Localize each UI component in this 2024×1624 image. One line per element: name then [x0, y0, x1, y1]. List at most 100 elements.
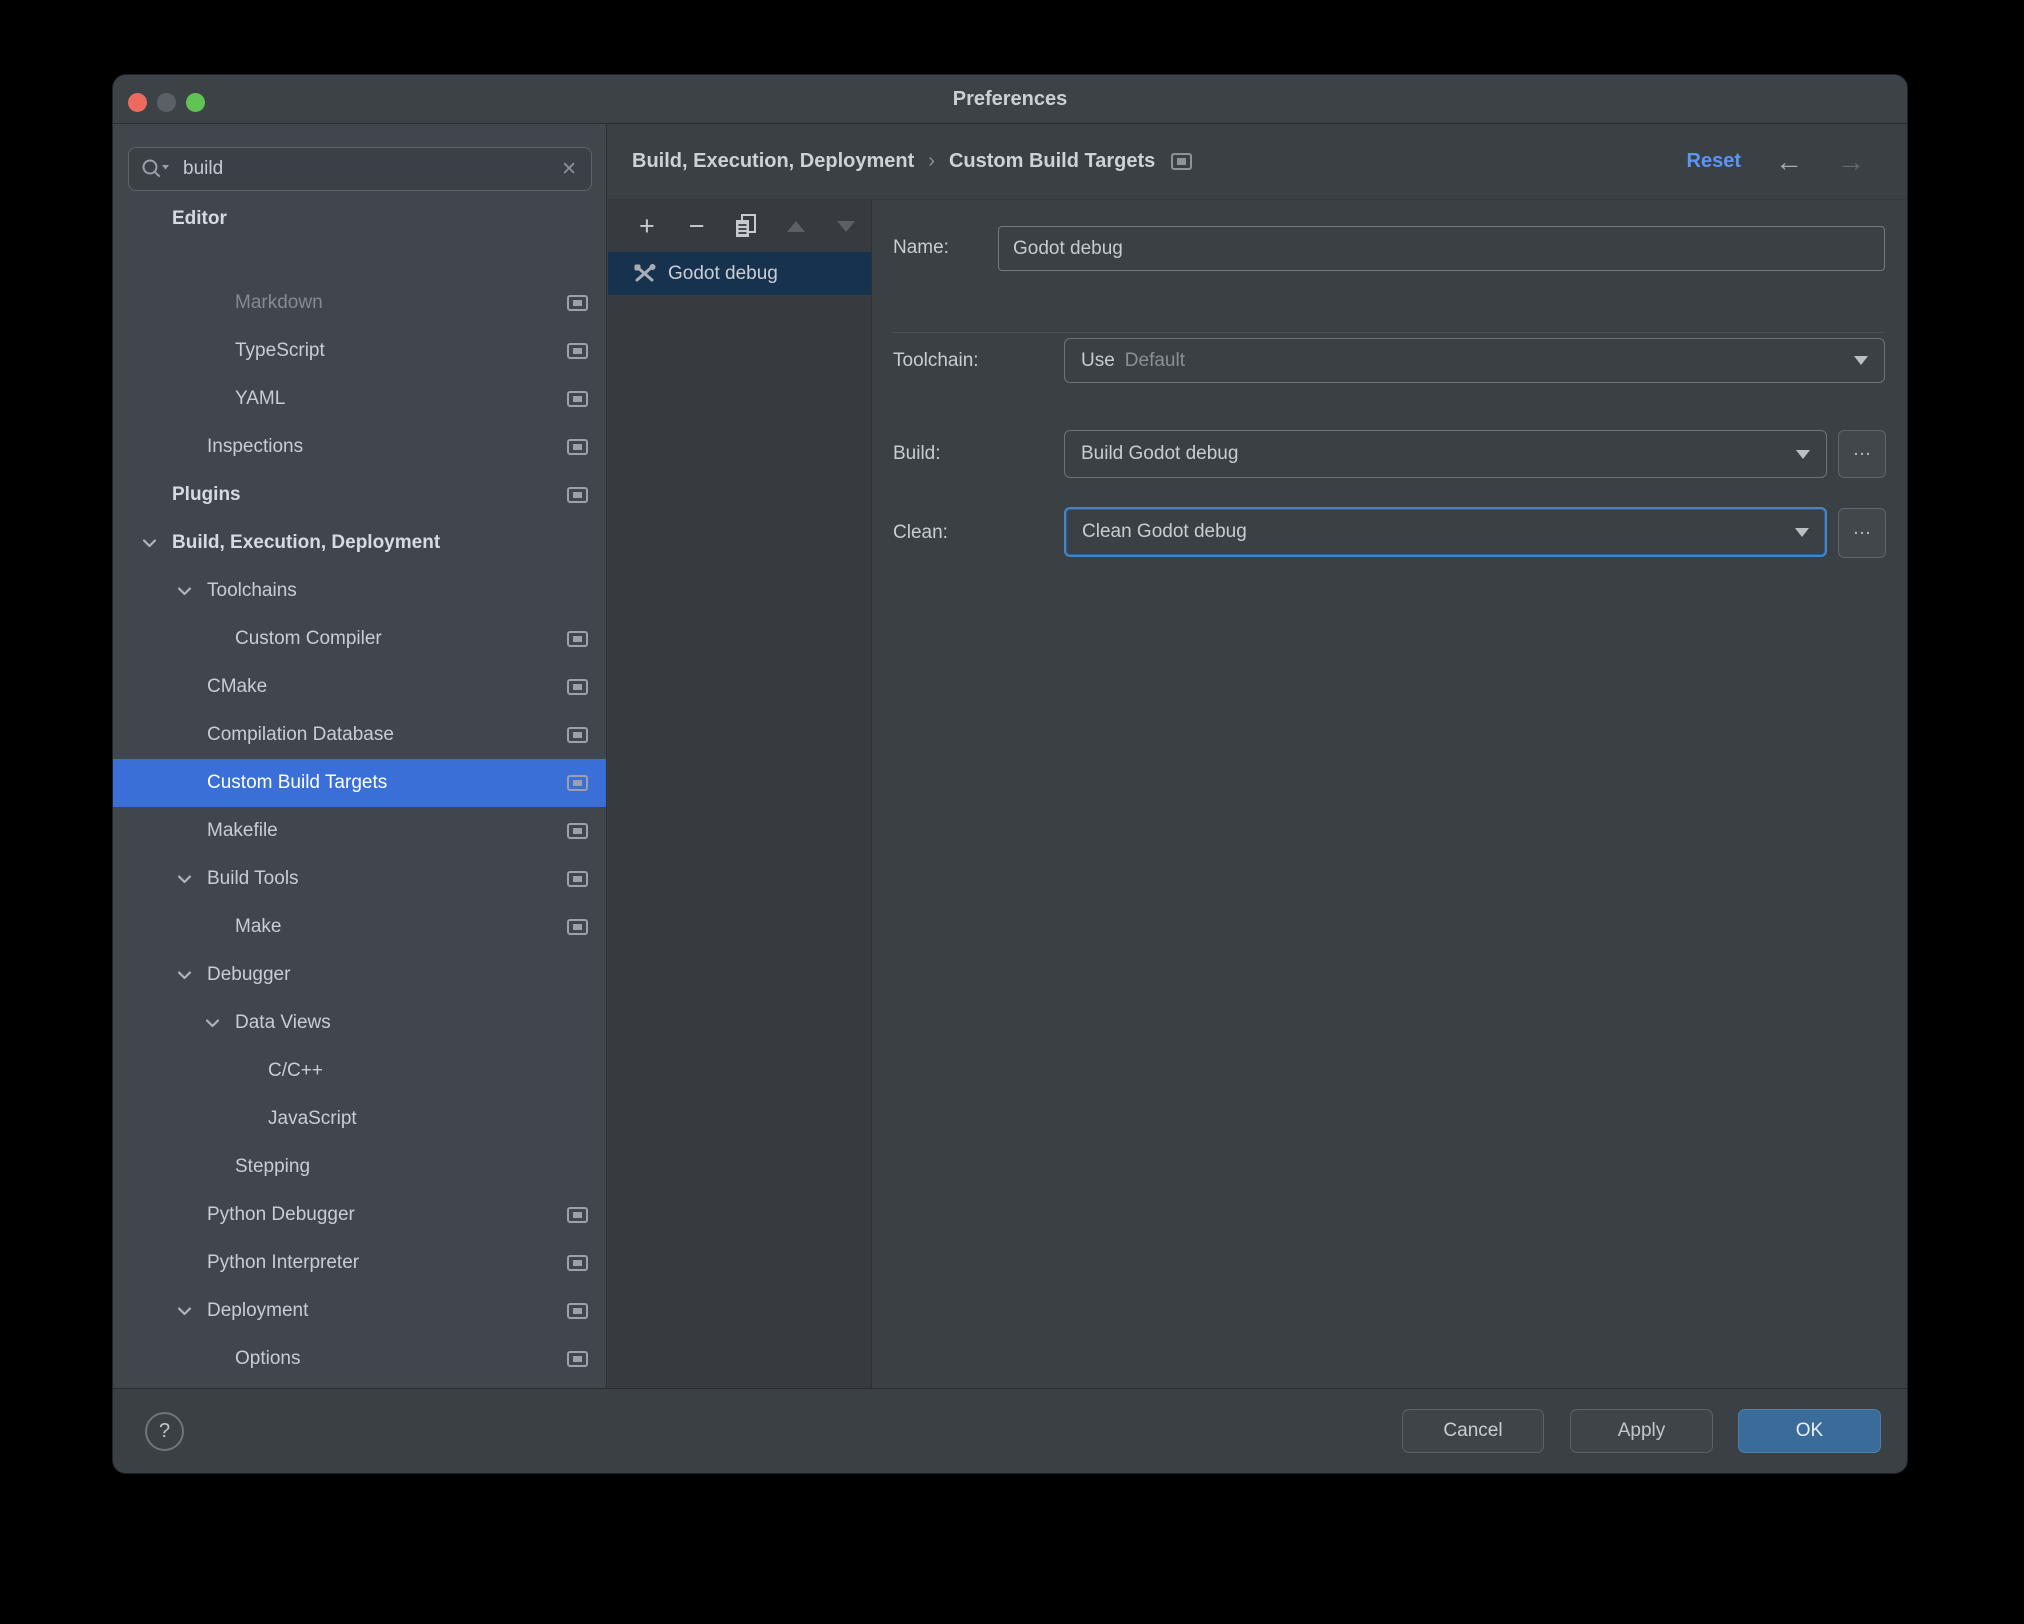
- sidebar-item-label: Options: [235, 1348, 301, 1369]
- build-dropdown[interactable]: Build Godot debug: [1064, 430, 1827, 478]
- cancel-button[interactable]: Cancel: [1402, 1409, 1544, 1453]
- clean-dropdown[interactable]: Clean Godot debug: [1064, 507, 1827, 557]
- sidebar-item-makefile[interactable]: Makefile: [113, 807, 606, 855]
- settings-sidebar: ✕ Editor Markdown TypeScript YAML Inspection…: [113, 124, 607, 1388]
- search-input[interactable]: [181, 157, 560, 181]
- settings-tree: Editor Markdown TypeScript YAML Inspections P…: [113, 192, 606, 1388]
- toolchain-dropdown[interactable]: Use Default: [1064, 338, 1885, 383]
- sidebar-item-data-views[interactable]: Data Views: [113, 999, 606, 1047]
- help-button[interactable]: ?: [145, 1412, 184, 1451]
- project-settings-icon: [567, 1351, 588, 1367]
- build-value-text: Build Godot debug: [1081, 443, 1239, 464]
- preferences-window: Preferences ✕ Editor Markdown TypeScript YA…: [113, 75, 1907, 1473]
- sidebar-item-markdown[interactable]: Markdown: [113, 279, 606, 327]
- name-field[interactable]: [998, 226, 1885, 271]
- project-settings-icon: [567, 823, 588, 839]
- project-settings-icon: [567, 1255, 588, 1271]
- build-tools-icon: [633, 263, 657, 284]
- sidebar-item-label: Build Tools: [207, 868, 299, 889]
- sidebar-item-typescript[interactable]: TypeScript: [113, 327, 606, 375]
- settings-search[interactable]: ✕: [128, 147, 592, 191]
- sidebar-item-label: Inspections: [207, 436, 304, 457]
- sidebar-item-python-interpreter[interactable]: Python Interpreter: [113, 1239, 606, 1287]
- bottom-bar: ? Cancel Apply OK: [113, 1388, 1907, 1473]
- project-settings-icon: [567, 1207, 588, 1223]
- chevron-down-icon[interactable]: [202, 1013, 222, 1033]
- project-settings-icon: [567, 679, 588, 695]
- sidebar-item-c-c[interactable]: C/C++: [113, 1047, 606, 1095]
- remove-target-button[interactable]: −: [672, 208, 722, 244]
- sidebar-item-plugins[interactable]: Plugins: [113, 471, 606, 519]
- chevron-down-icon[interactable]: [174, 581, 194, 601]
- list-toolbar: + −: [608, 200, 871, 252]
- sidebar-item-label: Make: [235, 916, 282, 937]
- sidebar-item-build-execution-deployment[interactable]: Build, Execution, Deployment: [113, 519, 606, 567]
- sidebar-item-compilation-database[interactable]: Compilation Database: [113, 711, 606, 759]
- titlebar: Preferences: [113, 75, 1907, 124]
- toolchain-use-text: Use: [1081, 349, 1115, 371]
- name-label: Name:: [893, 237, 949, 258]
- ok-button[interactable]: OK: [1738, 1409, 1881, 1453]
- sidebar-item-yaml[interactable]: YAML: [113, 375, 606, 423]
- sidebar-item-label: Makefile: [207, 820, 278, 841]
- clean-more-button[interactable]: …: [1838, 508, 1886, 558]
- chevron-down-icon[interactable]: [174, 869, 194, 889]
- project-settings-icon: [567, 391, 588, 407]
- sidebar-item-toolchains[interactable]: Toolchains: [113, 567, 606, 615]
- sidebar-item-label: Compilation Database: [207, 724, 394, 745]
- project-settings-icon: [567, 727, 588, 743]
- sidebar-item-javascript[interactable]: JavaScript: [113, 1095, 606, 1143]
- sidebar-item-stepping[interactable]: Stepping: [113, 1143, 606, 1191]
- sidebar-item-custom-compiler[interactable]: Custom Compiler: [113, 615, 606, 663]
- duplicate-target-button[interactable]: [722, 208, 772, 244]
- breadcrumb-separator: ›: [928, 150, 935, 172]
- sidebar-item-label: Build, Execution, Deployment: [172, 532, 441, 553]
- add-target-button[interactable]: +: [622, 208, 672, 244]
- sidebar-item-python-debugger[interactable]: Python Debugger: [113, 1191, 606, 1239]
- back-arrow-icon[interactable]: ←: [1775, 147, 1803, 176]
- copy-icon: [734, 213, 758, 239]
- chevron-down-icon: [1796, 449, 1810, 459]
- project-settings-icon: [567, 343, 588, 359]
- target-list-item-godot-debug[interactable]: Godot debug: [608, 252, 871, 295]
- sidebar-item-label: Markdown: [235, 292, 323, 313]
- clean-label: Clean:: [893, 522, 948, 543]
- sidebar-item-label: Toolchains: [207, 580, 297, 601]
- sidebar-item-label: Custom Build Targets: [207, 772, 388, 793]
- build-label: Build:: [893, 443, 941, 464]
- chevron-down-icon[interactable]: [139, 533, 159, 553]
- target-item-label: Godot debug: [668, 262, 778, 284]
- move-down-button: [821, 208, 871, 244]
- search-icon: [141, 158, 171, 180]
- sidebar-item-inspections[interactable]: Inspections: [113, 423, 606, 471]
- project-settings-icon: [567, 487, 588, 503]
- triangle-down-icon: [837, 220, 856, 232]
- sidebar-item-cmake[interactable]: CMake: [113, 663, 606, 711]
- sticky-header-fade: [113, 232, 605, 248]
- chevron-down-icon: [1854, 356, 1868, 365]
- build-more-button[interactable]: …: [1838, 430, 1886, 478]
- sidebar-item-options[interactable]: Options: [113, 1335, 606, 1383]
- project-settings-icon: [567, 871, 588, 887]
- triangle-up-icon: [787, 220, 806, 232]
- sidebar-item-label: Python Debugger: [207, 1204, 355, 1225]
- sidebar-item-build-tools[interactable]: Build Tools: [113, 855, 606, 903]
- sidebar-item-label: Stepping: [235, 1156, 311, 1177]
- chevron-down-icon[interactable]: [174, 965, 194, 985]
- sidebar-item-label: C/C++: [268, 1060, 323, 1081]
- sidebar-item-deployment[interactable]: Deployment: [113, 1287, 606, 1335]
- sidebar-item-custom-build-targets[interactable]: Custom Build Targets: [113, 759, 606, 807]
- breadcrumb-parent[interactable]: Build, Execution, Deployment: [632, 150, 914, 173]
- reset-link[interactable]: Reset: [1687, 150, 1741, 173]
- apply-button[interactable]: Apply: [1570, 1409, 1713, 1453]
- project-settings-icon: [567, 295, 588, 311]
- forward-arrow-icon: →: [1837, 145, 1865, 177]
- project-settings-icon: [567, 919, 588, 935]
- clear-search-icon[interactable]: ✕: [559, 158, 579, 181]
- chevron-down-icon[interactable]: [174, 1301, 194, 1321]
- target-form: Name: Toolchain: Use Default Build: Buil…: [873, 200, 1907, 1388]
- sidebar-item-editor[interactable]: Editor: [113, 192, 605, 232]
- sidebar-item-make[interactable]: Make: [113, 903, 606, 951]
- window-title: Preferences: [952, 88, 1068, 110]
- sidebar-item-debugger[interactable]: Debugger: [113, 951, 606, 999]
